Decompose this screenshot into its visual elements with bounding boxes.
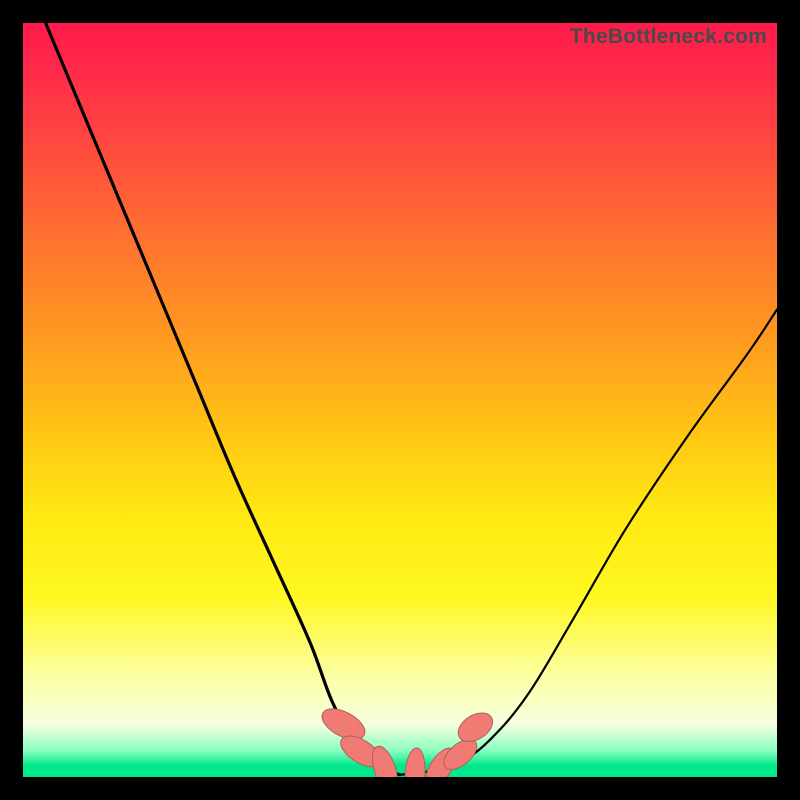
bottleneck-marker	[404, 747, 427, 777]
curve-right-branch	[400, 310, 777, 775]
chart-frame: TheBottleneck.com	[0, 0, 800, 800]
marker-group	[317, 703, 498, 777]
curve-group	[46, 23, 777, 775]
curve-left-branch	[46, 23, 400, 775]
plot-area: TheBottleneck.com	[23, 23, 777, 777]
curve-svg	[23, 23, 777, 777]
